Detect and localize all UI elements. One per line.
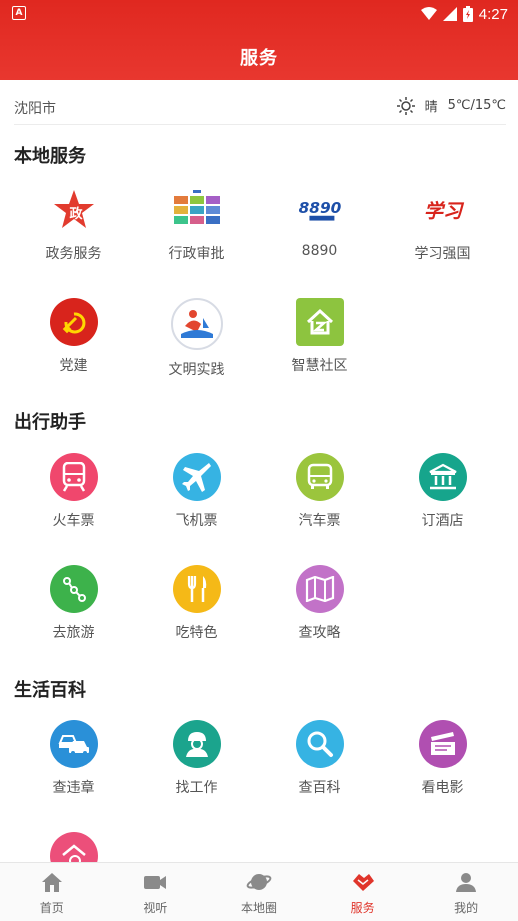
service-flight-ticket[interactable]: 飞机票 — [135, 453, 258, 530]
planet-icon — [246, 874, 272, 890]
status-bar: A 4:27 — [0, 0, 518, 28]
service-party-building[interactable]: 党建 — [12, 298, 135, 375]
cars-icon — [49, 720, 98, 768]
tab-home[interactable]: 首页 — [0, 863, 104, 921]
item-label: 8890 — [301, 243, 338, 259]
tab-video[interactable]: 视听 — [104, 863, 208, 921]
tab-label: 本地圈 — [240, 901, 277, 915]
service-gov-affairs[interactable]: 政 政务服务 — [12, 186, 135, 263]
app-notification-icon: A — [12, 6, 26, 20]
xuexi-logo-text: 学习 — [423, 200, 464, 223]
service-civilization-practice[interactable]: 文明实践 — [135, 298, 258, 379]
tab-label: 首页 — [39, 901, 64, 915]
item-label: 查百科 — [298, 780, 341, 796]
community-house-icon — [295, 298, 344, 346]
service-admin-approval[interactable]: 行政审批 — [135, 186, 258, 263]
item-label: 查违章 — [52, 780, 95, 796]
status-icons: 4:27 — [420, 3, 508, 25]
section-title-travel: 出行助手 — [14, 412, 86, 433]
airplane-icon — [172, 453, 221, 501]
service-traffic-violation[interactable]: 查违章 — [12, 720, 135, 797]
bottom-tab-bar: 首页 视听 本地圈 服务 我的 — [0, 862, 518, 921]
item-label: 吃特色 — [175, 625, 218, 641]
service-train-ticket[interactable]: 火车票 — [12, 453, 135, 530]
item-label: 行政审批 — [168, 246, 225, 262]
item-label: 火车票 — [52, 513, 95, 529]
xuexi-logo-icon: 学习 — [419, 186, 467, 234]
item-label: 智慧社区 — [291, 358, 348, 374]
tab-local-circle[interactable]: 本地圈 — [207, 863, 311, 921]
page-title: 服务 — [240, 48, 278, 69]
section-title-life: 生活百科 — [14, 680, 86, 701]
service-travel[interactable]: 去旅游 — [12, 565, 135, 642]
map-icon — [295, 565, 344, 613]
bus-icon — [295, 453, 344, 501]
item-label: 找工作 — [175, 780, 218, 796]
item-label: 去旅游 — [52, 625, 95, 641]
item-label: 查攻略 — [298, 625, 341, 641]
services-hands-icon — [352, 874, 374, 891]
service-encyclopedia[interactable]: 查百科 — [258, 720, 381, 797]
tab-label: 我的 — [454, 901, 479, 915]
user-icon — [456, 873, 477, 892]
home-icon — [41, 873, 62, 892]
sun-icon — [396, 96, 415, 115]
service-xuexi[interactable]: 学习 学习强国 — [381, 186, 504, 263]
wifi-icon — [420, 7, 437, 20]
service-local-food[interactable]: 吃特色 — [135, 565, 258, 642]
hotel-building-icon — [418, 453, 467, 501]
service-hotel-booking[interactable]: 订酒店 — [381, 453, 504, 530]
fork-knife-icon — [172, 565, 221, 613]
tab-label: 服务 — [350, 901, 375, 915]
weather-temperature: 5℃/15℃ — [447, 98, 506, 113]
item-label: 党建 — [59, 358, 88, 374]
service-movies[interactable]: 看电影 — [381, 720, 504, 797]
location-weather-row: 沈阳市 晴 5℃/15℃ — [14, 92, 506, 125]
item-label: 学习强国 — [414, 246, 471, 262]
city-selector[interactable]: 沈阳市 — [14, 98, 56, 118]
tab-services[interactable]: 服务 — [311, 863, 415, 921]
video-camera-icon — [144, 876, 167, 889]
civilization-logo-icon — [170, 298, 223, 350]
gov-logo-text: 政 — [69, 206, 83, 222]
train-icon — [49, 453, 98, 501]
gov-star-icon: 政 — [50, 186, 98, 234]
item-label: 飞机票 — [175, 513, 218, 529]
service-guide[interactable]: 查攻略 — [258, 565, 381, 642]
worker-icon — [172, 720, 221, 768]
search-icon — [295, 720, 344, 768]
item-label: 政务服务 — [45, 246, 102, 262]
status-time: 4:27 — [478, 5, 508, 23]
signal-icon — [442, 7, 457, 21]
battery-icon — [462, 6, 473, 22]
section-title-local: 本地服务 — [14, 146, 86, 167]
item-label: 订酒店 — [421, 513, 464, 529]
item-label: 看电影 — [421, 780, 464, 796]
service-smart-community[interactable]: 智慧社区 — [258, 298, 381, 375]
app-header: A 4:27 服务 — [0, 0, 518, 80]
hotline-8890-icon: 8890 — [296, 186, 344, 234]
tab-label: 视听 — [143, 901, 168, 915]
approval-grid-icon — [173, 186, 221, 234]
clapperboard-icon — [418, 720, 467, 768]
service-8890[interactable]: 8890 8890 — [258, 186, 381, 259]
service-bus-ticket[interactable]: 汽车票 — [258, 453, 381, 530]
tab-profile[interactable]: 我的 — [414, 863, 518, 921]
item-label: 汽车票 — [298, 513, 341, 529]
party-emblem-icon — [49, 298, 98, 346]
weather-condition: 晴 — [424, 100, 438, 115]
route-icon — [49, 565, 98, 613]
weather-info: 晴 5℃/15℃ — [396, 96, 506, 115]
hotline-logo-text: 8890 — [298, 199, 341, 217]
item-label: 文明实践 — [168, 362, 225, 378]
service-job-search[interactable]: 找工作 — [135, 720, 258, 797]
